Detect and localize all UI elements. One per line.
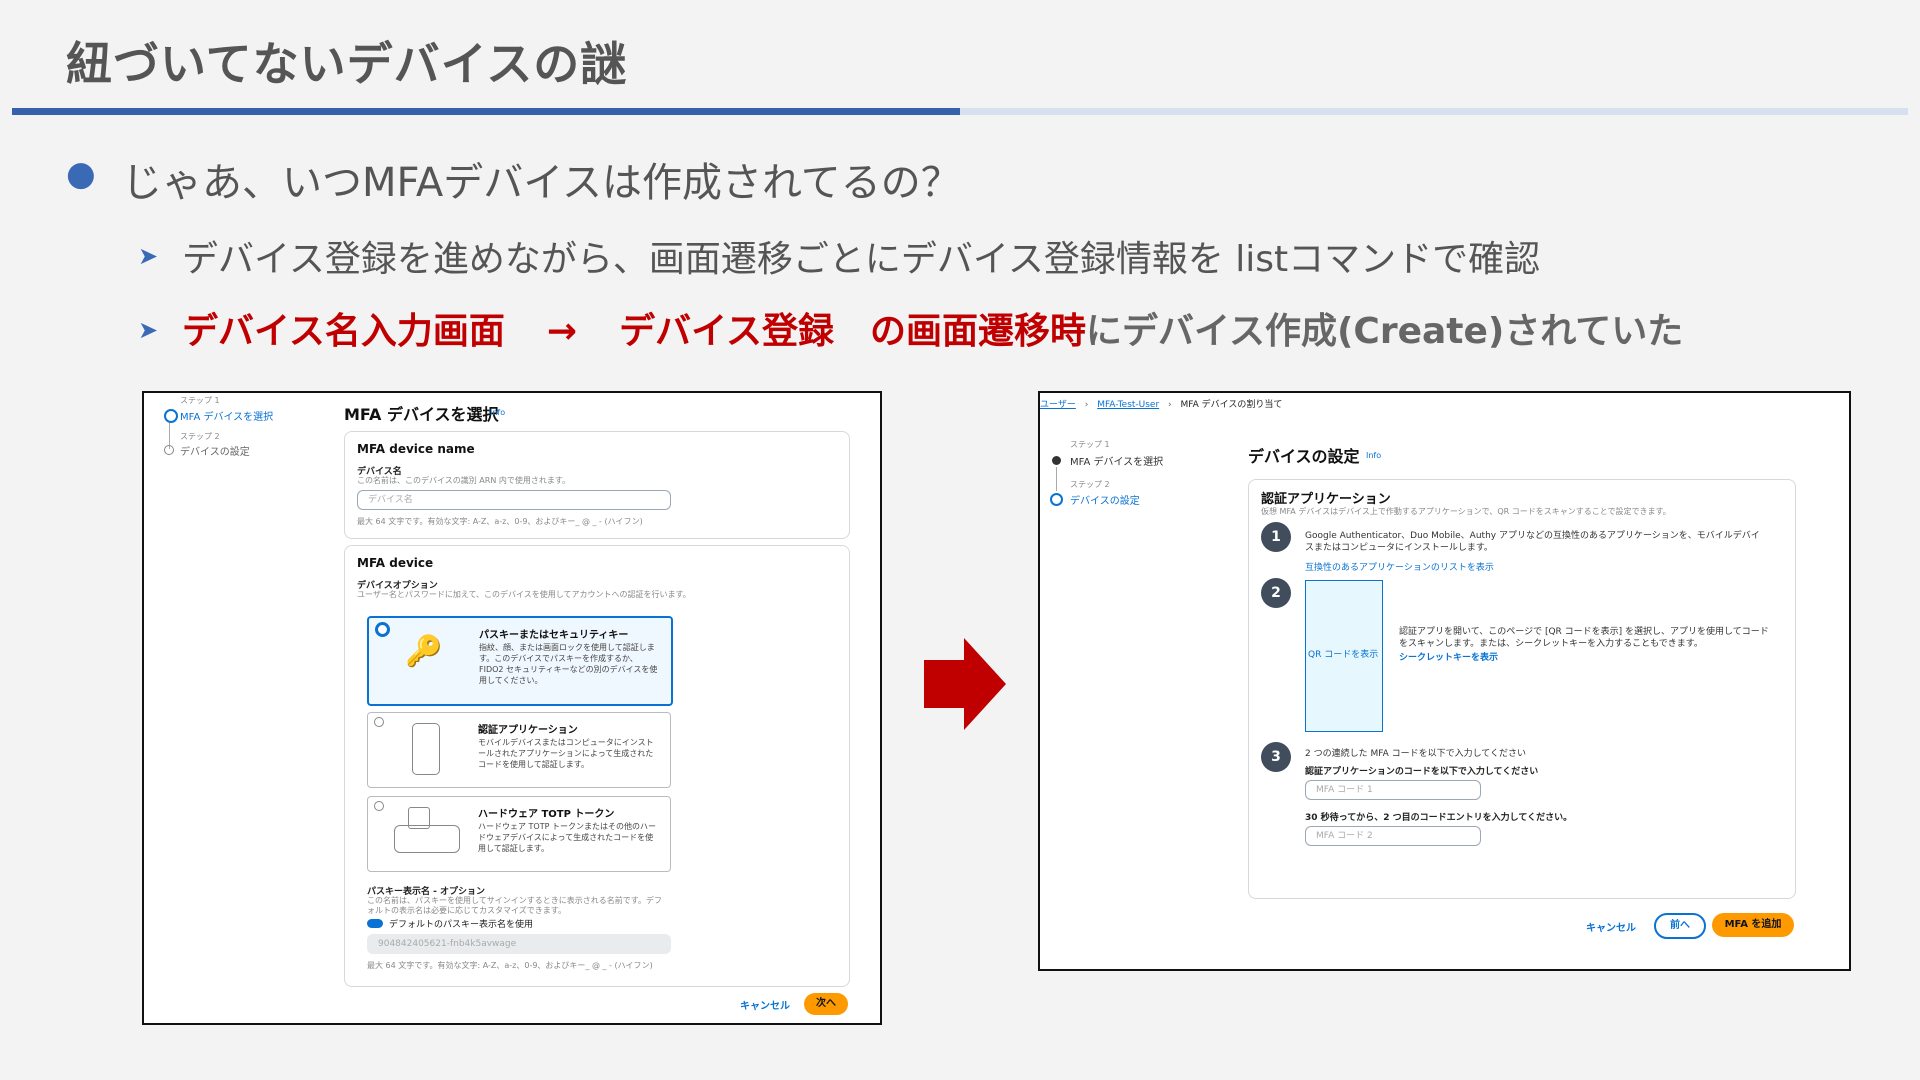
card-title: 認証アプリケーション [1261, 492, 1391, 507]
bullet-dot-icon: ● [66, 154, 96, 194]
step-link[interactable]: デバイスの設定 [1070, 492, 1140, 507]
bullet-text: じゃあ、いつMFAデバイスは作成されてるの？ [122, 160, 961, 206]
option-title: パスキーまたはセキュリティキー [479, 630, 629, 641]
sub-bullet-text: デバイス登録を進めながら、画面遷移ごとにデバイス登録情報を listコマンドで確… [182, 239, 1541, 280]
compatible-apps-link[interactable]: 互換性のあるアプリケーションのリストを表示 [1305, 560, 1494, 573]
qr-placeholder[interactable]: QR コードを表示 [1305, 580, 1383, 732]
step-small-label: ステップ 1 [1070, 440, 1110, 449]
screenshot-device-setup: ユーザー › MFA-Test-User › MFA デバイスの割り当て ステッ… [1038, 391, 1851, 971]
passkey-name-desc: この名前は、パスキーを使用してサインインするときに表示される名前です。デフォルト… [367, 896, 662, 915]
step-number-2: 2 [1261, 578, 1291, 608]
breadcrumb-users[interactable]: ユーザー [1040, 400, 1076, 410]
breadcrumb-current: MFA デバイスの割り当て [1180, 400, 1283, 410]
screenshot-select-device: ステップ 1 MFA デバイスを選択 ステップ 2 デバイスの設定 MFA デバ… [142, 391, 882, 1025]
mfa-code-1-input[interactable]: MFA コード 1 [1305, 780, 1481, 800]
radio-icon [374, 801, 384, 811]
option-desc: 指紋、顔、または画面ロックを使用して認証します。このデバイスでパスキーを作成する… [479, 643, 658, 685]
step-link[interactable]: MFA デバイスを選択 [180, 408, 273, 423]
step-pending-icon [164, 445, 174, 455]
step-connector [1056, 467, 1057, 491]
card-desc: 仮想 MFA デバイスはデバイス上で作動するアプリケーションで、QR コードをス… [1261, 507, 1671, 516]
emph-arrow: → [546, 311, 578, 352]
option-desc: ハードウェア TOTP トークンまたはその他のハードウェアデバイスによって生成さ… [478, 822, 656, 853]
bullet-level1: ● [66, 154, 96, 194]
emph-name-screen: デバイス名入力画面 [182, 311, 505, 352]
phone-qr-icon [412, 723, 440, 775]
code2-label: 30 秒待ってから、2 つ目のコードエントリを入力してください。 [1305, 813, 1573, 823]
device-name-input[interactable]: デバイス名 [357, 490, 671, 510]
add-mfa-button[interactable]: MFA を追加 [1712, 913, 1794, 937]
toggle-switch[interactable] [367, 919, 383, 928]
option-desc: モバイルデバイスまたはコンピュータにインストールされたアプリケーションによって生… [478, 738, 654, 769]
radio-selected-icon [375, 622, 390, 637]
step-current-icon [1050, 493, 1063, 506]
step-label: デバイスの設定 [180, 447, 250, 458]
step-small-label: ステップ 1 [180, 396, 220, 405]
card-header: MFA device [357, 556, 434, 570]
arrowhead-bullet-icon: ➤ [138, 242, 159, 270]
mfa-code-2-input[interactable]: MFA コード 2 [1305, 826, 1481, 846]
radio-icon [374, 717, 384, 727]
toggle-label: デフォルトのパスキー表示名を使用 [389, 920, 534, 930]
step-number-3: 3 [1261, 742, 1291, 772]
hardware-token-icon [394, 825, 460, 853]
passkey-name-input-disabled: 904842405621-fnb4k5avwage [367, 934, 671, 954]
title-rule-accent [12, 108, 960, 115]
show-secret-key-link[interactable]: シークレットキーを表示 [1399, 650, 1498, 663]
step-small-label: ステップ 2 [180, 432, 220, 441]
page-title: デバイスの設定 [1248, 447, 1360, 466]
slide-title: 紐づいてないデバイスの謎 [66, 37, 628, 91]
option-title: ハードウェア TOTP トークン [478, 809, 615, 820]
constraint-text: 最大 64 文字です。有効な文字: A-Z、a-z、0-9、およびキー_ @ _… [367, 961, 653, 970]
authenticator-app-card: 認証アプリケーション 仮想 MFA デバイスはデバイス上で作動するアプリケーショ… [1248, 479, 1796, 899]
previous-button[interactable]: 前へ [1654, 913, 1706, 939]
field-desc: ユーザー名とパスワードに加えて、このデバイスを使用してアカウントへの認証を行いま… [357, 590, 691, 599]
title-rule-light [960, 108, 1908, 115]
transition-arrow-icon [924, 638, 1006, 730]
card-header: MFA device name [357, 442, 475, 456]
next-button[interactable]: 次へ [804, 993, 848, 1015]
constraint-text: 最大 64 文字です。有効な文字: A-Z、a-z、0-9、およびキー_ @ _… [357, 517, 643, 526]
field-desc: この名前は、このデバイスの識別 ARN 内で使用されます。 [357, 476, 571, 485]
step-current-icon [164, 409, 178, 423]
code1-label: 認証アプリケーションのコードを以下で入力してください [1305, 767, 1539, 777]
token-key-icon [408, 807, 430, 829]
step-label: MFA デバイスを選択 [1070, 457, 1164, 468]
device-name-card: MFA device name デバイス名 この名前は、このデバイスの識別 AR… [344, 431, 850, 539]
sub-bullet-emphasis: デバイス名入力画面 → デバイス登録 の画面遷移時にデバイス作成(Create)されて… [182, 302, 1683, 354]
step-done-icon [1052, 456, 1061, 465]
step-number-1: 1 [1261, 522, 1291, 552]
arrowhead-bullet-icon: ➤ [138, 316, 159, 344]
option-authenticator-app[interactable]: 認証アプリケーション モバイルデバイスまたはコンピュータにインストールされたアプ… [367, 712, 671, 788]
info-link[interactable]: Info [490, 408, 505, 417]
breadcrumb: ユーザー › MFA-Test-User › MFA デバイスの割り当て [1040, 397, 1282, 410]
option-passkey[interactable]: 🔑 パスキーまたはセキュリティキー 指紋、顔、または画面ロックを使用して認証しま… [367, 616, 673, 706]
option-hardware-totp[interactable]: ハードウェア TOTP トークン ハードウェア TOTP トークンまたはその他の… [367, 796, 671, 872]
chevron-right-icon: › [1084, 400, 1089, 410]
mfa-device-card: MFA device デバイスオプション ユーザー名とパスワードに加えて、このデ… [344, 545, 850, 987]
emph-transition: の画面遷移時 [870, 311, 1087, 352]
emph-register: デバイス登録 [619, 311, 835, 352]
show-qr-link[interactable]: QR コードを表示 [1308, 647, 1378, 660]
breadcrumb-user[interactable]: MFA-Test-User [1097, 400, 1159, 410]
passkey-icon: 🔑 [405, 634, 443, 669]
option-title: 認証アプリケーション [478, 725, 578, 736]
step1-text: Google Authenticator、Duo Mobile、Authy アプ… [1305, 531, 1760, 553]
step3-text: 2 つの連続した MFA コードを以下で入力してください [1305, 749, 1527, 759]
info-link[interactable]: Info [1366, 451, 1381, 460]
chevron-right-icon: › [1168, 400, 1172, 410]
page-title: MFA デバイスを選択 [344, 405, 499, 424]
step-small-label: ステップ 2 [1070, 480, 1110, 489]
cancel-button[interactable]: キャンセル [740, 997, 790, 1012]
emph-rest: にデバイス作成(Create)されていた [1086, 311, 1684, 352]
step2-text: 認証アプリを開いて、このページで [QR コードを表示] を選択し、アプリを使用… [1399, 627, 1769, 649]
cancel-button[interactable]: キャンセル [1586, 919, 1636, 934]
